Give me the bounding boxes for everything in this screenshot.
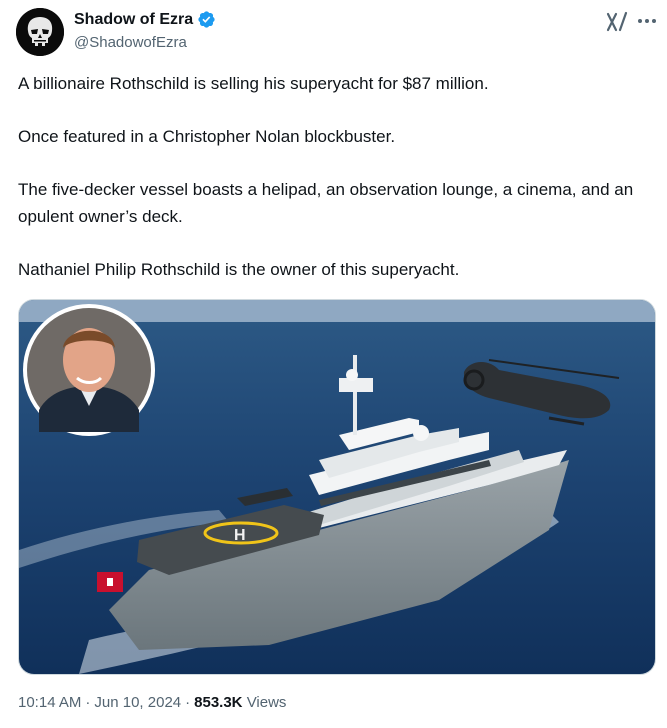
tweet-paragraph: The five-decker vessel boasts a helipad,… [18, 180, 634, 226]
meta-separator: · [85, 694, 91, 711]
more-options-icon [638, 19, 656, 23]
helipad-letter: H [234, 527, 246, 544]
more-options-button[interactable] [634, 8, 660, 34]
grok-button[interactable] [604, 10, 630, 34]
tweet-date[interactable]: Jun 10, 2024 [94, 694, 181, 711]
tweet-paragraph: Nathaniel Philip Rothschild is the owner… [18, 260, 460, 279]
author-name-row: Shadow of Ezra [74, 10, 216, 29]
skull-avatar-icon [16, 8, 64, 56]
author-handle[interactable]: @ShadowofEzra [74, 34, 187, 51]
tweet-text: A billionaire Rothschild is selling his … [18, 70, 648, 309]
tweet-paragraph: Once featured in a Christopher Nolan blo… [18, 127, 396, 146]
author-avatar[interactable] [16, 8, 64, 56]
views-label: Views [246, 694, 287, 711]
tweet-meta: 10:14 AM · Jun 10, 2024 · 853.3K Views [18, 694, 286, 711]
tweet-paragraph: A billionaire Rothschild is selling his … [18, 74, 489, 93]
tweet-media-image[interactable]: H [18, 299, 656, 675]
tweet-time[interactable]: 10:14 AM [18, 694, 81, 711]
meta-separator: · [185, 694, 191, 711]
views-count[interactable]: 853.3K [194, 694, 242, 711]
superyacht-photo: H [19, 300, 655, 674]
grok-icon [606, 11, 628, 32]
author-display-name[interactable]: Shadow of Ezra [74, 11, 193, 29]
verified-badge-icon [198, 11, 215, 28]
